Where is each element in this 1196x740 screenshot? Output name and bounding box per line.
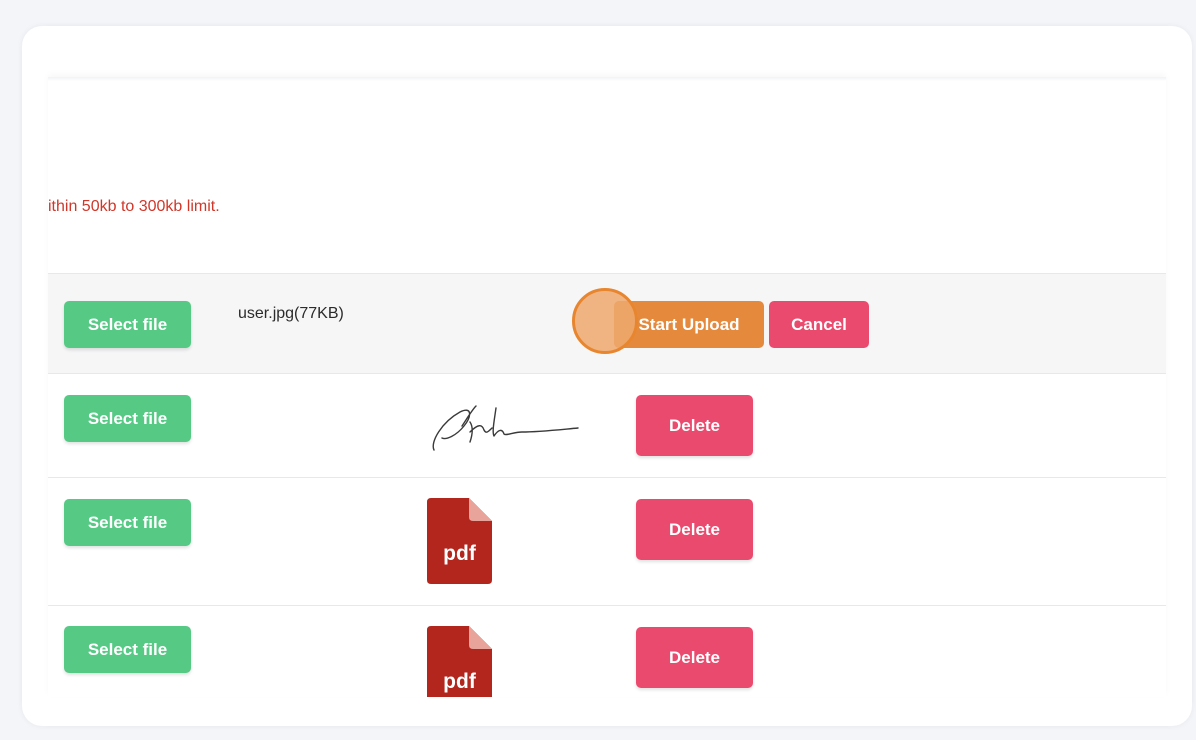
pdf-file-icon: pdf (427, 498, 492, 584)
start-upload-button[interactable]: Start Upload (614, 301, 764, 348)
delete-button[interactable]: Delete (636, 499, 753, 560)
upload-row-pending: Select file user.jpg(77KB) Start Upload … (48, 273, 1166, 373)
signature-preview-image (432, 405, 579, 451)
upload-row-pdf: Select file pdf Delete (48, 477, 1166, 605)
select-file-button[interactable]: Select file (64, 499, 191, 546)
delete-button[interactable]: Delete (636, 627, 753, 688)
upload-panel: ithin 50kb to 300kb limit. Select file u… (48, 77, 1166, 697)
selected-file-name: user.jpg(77KB) (238, 305, 344, 322)
pdf-file-icon: pdf (427, 626, 492, 697)
file-size-note: ithin 50kb to 300kb limit. (48, 198, 220, 215)
delete-button[interactable]: Delete (636, 395, 753, 456)
upload-row-pdf: Select file pdf Delete (48, 605, 1166, 697)
select-file-button[interactable]: Select file (64, 626, 191, 673)
select-file-button[interactable]: Select file (64, 395, 191, 442)
pdf-icon-label: pdf (443, 542, 476, 565)
upload-row-signature: Select file Delete (48, 373, 1166, 477)
cancel-button[interactable]: Cancel (769, 301, 869, 348)
select-file-button[interactable]: Select file (64, 301, 191, 348)
pdf-icon-label: pdf (443, 670, 476, 693)
